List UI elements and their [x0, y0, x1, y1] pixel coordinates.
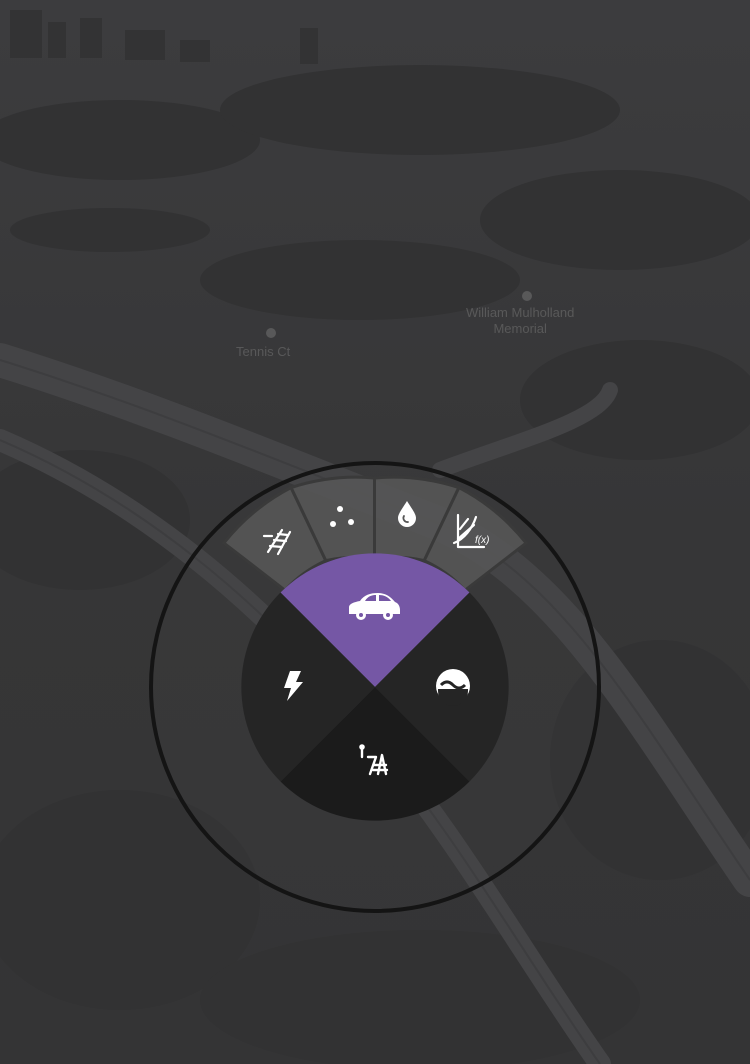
svg-text:f(x): f(x): [475, 535, 489, 546]
map-screen: Tennis Ct William Mulholland Memorial f(…: [0, 0, 750, 1064]
radial-menu: f(x): [149, 461, 601, 913]
